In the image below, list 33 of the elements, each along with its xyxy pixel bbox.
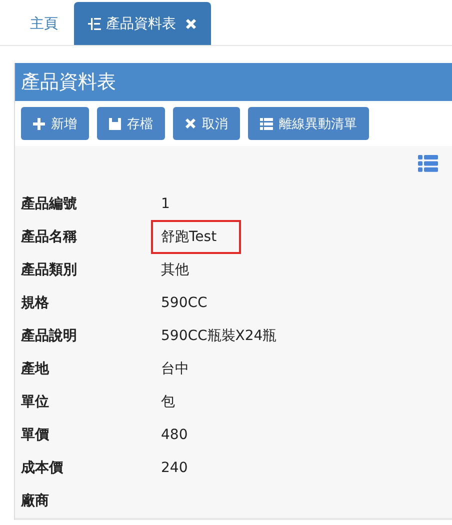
field-value: 包 — [161, 394, 175, 410]
panel-title: 產品資料表 — [21, 70, 116, 95]
field-label: 產品編號 — [21, 194, 78, 212]
field-label: 產地 — [21, 360, 50, 378]
tab[interactable]: 主頁 — [14, 2, 74, 45]
field-value: 480 — [161, 426, 188, 442]
field-value: 590CC瓶裝X24瓶 — [161, 328, 277, 344]
field-label: 單價 — [21, 426, 50, 444]
field-value: 舒跑Test — [161, 228, 217, 244]
field-value: 590CC — [161, 294, 208, 310]
field-label: 成本價 — [21, 458, 64, 476]
list-icon[interactable] — [418, 155, 438, 172]
toolbar-button[interactable]: 存檔 — [97, 107, 165, 140]
toolbar-button[interactable]: 新增 — [21, 107, 89, 140]
field-value: 台中 — [161, 360, 189, 376]
field-label: 單位 — [21, 392, 50, 410]
tab[interactable]: 產品資料表 — [74, 2, 211, 45]
field-label: 產品說明 — [21, 326, 78, 344]
field-label: 產品名稱 — [21, 228, 78, 246]
close-icon[interactable] — [185, 18, 197, 30]
tree-icon — [88, 18, 101, 30]
toolbar-button[interactable]: 取消 — [173, 107, 240, 140]
plus-icon — [33, 118, 45, 130]
field-value: 其他 — [161, 262, 189, 278]
toolbar-button[interactable]: 離線異動清單 — [248, 107, 369, 140]
field-label: 廠商 — [21, 492, 50, 510]
field-label: 產品類別 — [21, 260, 78, 278]
field-value: 240 — [161, 460, 188, 476]
field-value: 1 — [161, 196, 170, 212]
field-label: 規格 — [21, 294, 50, 312]
list-icon — [260, 118, 273, 130]
close-icon — [185, 118, 196, 129]
floppy-icon — [109, 118, 121, 130]
